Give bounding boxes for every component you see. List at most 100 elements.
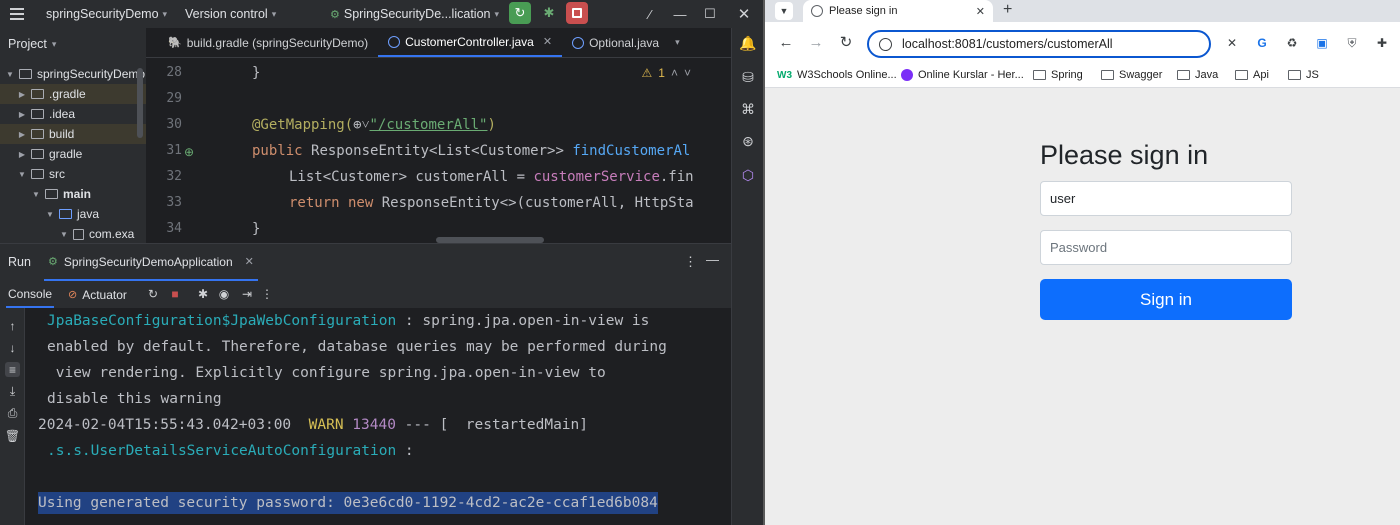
tree-item-package[interactable]: ▼ com.exa xyxy=(0,224,146,243)
spring-boot-icon: ⚙ xyxy=(48,256,58,268)
code-line-28: } xyxy=(252,60,260,86)
code-token: @GetMapping( xyxy=(252,117,354,133)
tab-customer-controller[interactable]: CustomerController.java ✕ xyxy=(378,28,563,57)
hide-panel-icon[interactable]: — xyxy=(706,252,719,267)
close-window-button[interactable]: ✕ xyxy=(730,0,758,28)
trash-icon[interactable]: 🗑 xyxy=(5,428,20,443)
extensions-puzzle-icon[interactable]: ✚ xyxy=(1373,34,1391,52)
tree-item-root[interactable]: ▼ springSecurityDemo xyxy=(0,64,146,84)
browser-tab-strip: ▼ Please sign in ✕ + xyxy=(765,0,1400,22)
media-extension-icon[interactable]: ▣ xyxy=(1313,34,1331,52)
globe-icon xyxy=(811,5,823,17)
recycle-extension-icon[interactable]: ♻ xyxy=(1283,34,1301,52)
reload-icon[interactable]: ↻ xyxy=(837,33,855,51)
password-input[interactable]: Password xyxy=(1040,230,1292,265)
signin-button[interactable]: Sign in xyxy=(1040,279,1292,320)
bookmark-folder-spring[interactable]: Spring xyxy=(1033,67,1083,83)
shield-extension-icon[interactable]: ⛨ xyxy=(1343,34,1361,52)
project-panel-header[interactable]: Project ▾ xyxy=(0,28,146,60)
ai-assistant-icon[interactable]: ⬡ xyxy=(739,166,757,184)
console-line-password[interactable]: Using generated security password: 0e3e6… xyxy=(38,492,658,514)
close-icon[interactable]: ✕ xyxy=(976,5,985,18)
debug-button[interactable]: ✱ xyxy=(538,2,560,24)
maximize-button[interactable]: ☐ xyxy=(698,0,722,28)
code-editor: 🐘 build.gradle (springSecurityDemo) Cust… xyxy=(146,28,731,243)
forward-icon[interactable]: → xyxy=(807,33,825,51)
username-input[interactable]: user xyxy=(1040,181,1292,216)
code-area[interactable]: } @GetMapping(⊕˅"/customerAll") public R… xyxy=(252,60,731,243)
chevron-down-icon: ▾ xyxy=(271,8,277,19)
bookmark-w3schools[interactable]: W3 W3Schools Online... xyxy=(777,67,897,83)
tree-item-build[interactable]: ▶ build xyxy=(0,124,146,144)
code-token: customerService xyxy=(533,169,660,185)
endpoint-globe-icon[interactable]: ⊕ xyxy=(184,145,194,159)
tree-item-main[interactable]: ▼ main xyxy=(0,184,146,204)
site-info-icon[interactable] xyxy=(879,37,892,51)
run-panel-label: Run xyxy=(8,255,31,269)
tree-item-src[interactable]: ▼ src xyxy=(0,164,146,184)
chevron-down-icon: ▾ xyxy=(494,8,500,19)
address-bar[interactable]: localhost:8081/customers/customerAll xyxy=(867,30,1211,58)
bookmark-folder-swagger[interactable]: Swagger xyxy=(1101,67,1162,83)
more-options-icon[interactable]: ⋮ xyxy=(260,287,274,301)
print-icon[interactable]: ⎙ xyxy=(5,406,20,421)
vcs-menu[interactable]: Version control ▾ xyxy=(185,0,276,28)
code-token: public xyxy=(252,143,312,159)
tab-optional[interactable]: Optional.java xyxy=(562,28,669,57)
globe-icon[interactable]: ⊕˅ xyxy=(353,117,369,133)
browser-tab-signin[interactable]: Please sign in ✕ xyxy=(803,0,993,22)
tabs-overflow-button[interactable]: ▾ xyxy=(669,28,686,57)
database-icon[interactable]: ⛁ xyxy=(739,68,757,86)
debug-icon[interactable]: ✱ xyxy=(196,287,210,301)
x-extension-icon[interactable]: ✕ xyxy=(1223,34,1241,52)
back-icon[interactable]: ← xyxy=(777,33,795,51)
console-output[interactable]: JpaBaseConfiguration$JpaWebConfiguration… xyxy=(25,308,731,525)
new-tab-button[interactable]: + xyxy=(1003,1,1012,19)
camera-icon[interactable]: ◉ xyxy=(217,287,231,301)
arrow-up-icon[interactable]: ↑ xyxy=(5,318,20,333)
stop-icon[interactable]: ■ xyxy=(168,287,182,301)
folder-icon xyxy=(45,189,58,199)
soft-wrap-icon[interactable]: ≡ xyxy=(5,362,20,377)
source-folder-icon xyxy=(59,209,72,219)
rerun-icon[interactable]: ↻ xyxy=(146,287,160,301)
tree-item-idea[interactable]: ▶ .idea xyxy=(0,104,146,124)
main-menu-icon[interactable] xyxy=(8,0,26,28)
line-number: 28 xyxy=(166,65,182,80)
tab-search-button[interactable]: ▼ xyxy=(775,2,793,20)
rerun-button[interactable]: ↻ xyxy=(509,2,531,24)
console-token: WARN xyxy=(308,417,344,433)
project-switcher[interactable]: springSecurityDemo ▾ xyxy=(46,0,167,28)
close-icon[interactable]: ✕ xyxy=(543,35,552,48)
close-icon[interactable]: ✕ xyxy=(245,255,254,268)
run-tab-application[interactable]: ⚙ SpringSecurityDemoApplication ✕ xyxy=(44,244,258,281)
tab-console[interactable]: Console xyxy=(6,281,55,308)
java-class-icon xyxy=(388,35,401,48)
tree-item-java[interactable]: ▼ java xyxy=(0,204,146,224)
tree-item-gradle-cache[interactable]: ▶ .gradle xyxy=(0,84,146,104)
translate-extension-icon[interactable]: G xyxy=(1253,34,1271,52)
scroll-to-end-icon[interactable]: ⤓ xyxy=(5,384,20,399)
more-options-icon[interactable]: ⋮ xyxy=(684,254,697,270)
stop-button[interactable] xyxy=(566,2,588,24)
tree-item-gradle[interactable]: ▶ gradle xyxy=(0,144,146,164)
bookmark-folder-java[interactable]: Java xyxy=(1177,67,1218,83)
right-tool-strip: 🔔 ⛁ ⌘ ⊛ ⬡ xyxy=(731,28,763,525)
gradle-tool-icon[interactable]: ⌘ xyxy=(739,100,757,118)
tab-build-gradle[interactable]: 🐘 build.gradle (springSecurityDemo) xyxy=(158,28,378,57)
endpoints-icon[interactable]: ⊛ xyxy=(739,132,757,150)
arrow-down-icon[interactable]: ↓ xyxy=(5,340,20,355)
chevron-down-icon: ▾ xyxy=(51,38,57,49)
tab-actuator[interactable]: ⊘ Actuator xyxy=(68,281,127,308)
run-config-selector[interactable]: ⚙ SpringSecurityDe...lication ▾ xyxy=(330,0,499,28)
more-icon[interactable]: ⁄ xyxy=(640,0,660,28)
minimize-button[interactable]: — xyxy=(668,0,692,28)
project-scrollbar[interactable] xyxy=(137,68,143,138)
bookmark-online-kurslar[interactable]: Online Kurslar - Her... xyxy=(901,67,1024,83)
bookmark-folder-api[interactable]: Api xyxy=(1235,67,1269,83)
code-token: .fin xyxy=(659,169,694,185)
url-mapping-link[interactable]: "/customerAll" xyxy=(369,117,487,133)
notifications-icon[interactable]: 🔔 xyxy=(739,34,757,52)
exit-icon[interactable]: ⇥ xyxy=(240,287,254,301)
bookmark-folder-js[interactable]: JS xyxy=(1288,67,1319,83)
